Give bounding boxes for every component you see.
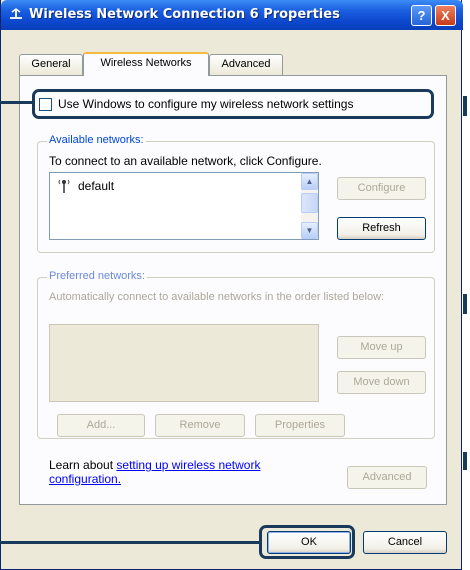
antenna-icon [58,179,70,193]
title-bar[interactable]: Wireless Network Connection 6 Properties… [1,0,463,30]
edge-marker [463,294,467,314]
scroll-up-button[interactable]: ▲ [301,173,318,190]
add-button[interactable]: Add... [57,414,145,437]
advanced-button[interactable]: Advanced [347,466,427,489]
available-networks-instruction: To connect to an available network, clic… [49,154,322,168]
tab-advanced[interactable]: Advanced [209,54,283,75]
remove-button[interactable]: Remove [155,414,245,437]
list-item[interactable]: default [58,179,114,193]
available-networks-list[interactable]: default ▲ ▼ [49,172,319,240]
properties-dialog: Wireless Network Connection 6 Properties… [0,0,463,570]
preferred-networks-list[interactable] [49,324,319,402]
close-button[interactable]: X [435,5,456,26]
edge-marker [463,96,467,116]
network-list-scrollbar[interactable]: ▲ ▼ [301,173,318,239]
cancel-button[interactable]: Cancel [363,531,447,554]
scroll-thumb[interactable] [301,193,318,213]
network-connection-icon [10,8,22,19]
use-windows-config-checkbox[interactable] [39,97,52,111]
tab-wireless-networks[interactable]: Wireless Networks [83,52,209,76]
close-icon: X [441,8,450,23]
checkbox-callout-line [0,101,34,104]
use-windows-config-checkbox-row[interactable]: Use Windows to configure my wireless net… [39,92,429,116]
learn-about-prefix: Learn about [49,458,117,472]
refresh-button[interactable]: Refresh [337,217,426,240]
ok-callout-line [0,541,261,544]
window-title: Wireless Network Connection 6 Properties [29,7,340,22]
use-windows-config-label: Use Windows to configure my wireless net… [58,97,354,111]
ok-button[interactable]: OK [267,531,351,554]
available-networks-legend: Available networks: [47,134,146,146]
learn-about-text: Learn about setting up wireless network … [49,458,309,486]
network-name: default [78,179,115,193]
move-down-button[interactable]: Move down [337,371,426,394]
tab-general[interactable]: General [19,54,83,75]
help-icon: ? [417,8,426,23]
chevron-up-icon: ▲ [305,177,314,186]
chevron-down-icon: ▼ [305,226,314,235]
move-up-button[interactable]: Move up [337,336,426,359]
help-button[interactable]: ? [411,5,432,26]
preferred-networks-legend: Preferred networks: [47,270,147,282]
properties-button[interactable]: Properties [255,414,345,437]
configure-button[interactable]: Configure [337,177,426,200]
edge-marker [463,452,467,470]
preferred-networks-instruction: Automatically connect to available netwo… [49,291,385,303]
scroll-down-button[interactable]: ▼ [301,222,318,239]
